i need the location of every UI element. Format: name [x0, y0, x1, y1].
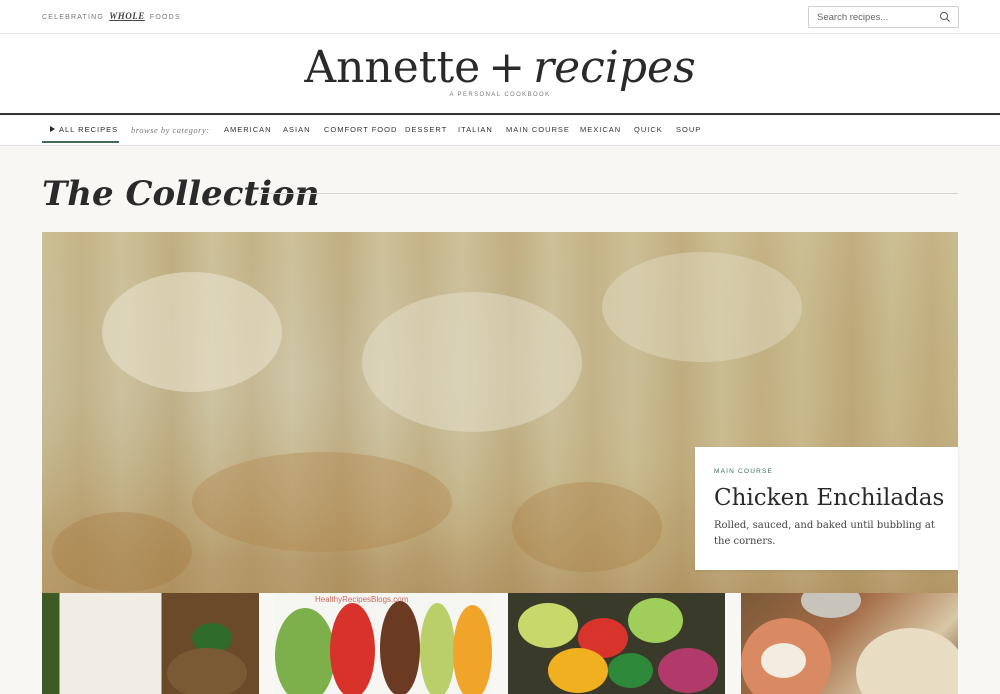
category-comfort-food[interactable]: COMFORT FOOD	[324, 125, 397, 134]
tagline-highlight: WHOLE	[109, 11, 145, 21]
browse-label: browse by category:	[131, 125, 210, 135]
hero-cheese-highlight	[102, 272, 282, 392]
category-dessert[interactable]: DESSERT	[405, 125, 447, 134]
site-subtitle: A PERSONAL COOKBOOK	[449, 92, 551, 98]
featured-recipe-card[interactable]: MAIN COURSE Chicken Enchiladas Rolled, s…	[695, 447, 958, 570]
hero-cheese-highlight	[362, 292, 582, 432]
hero-browned-edge	[52, 512, 192, 592]
category-italian[interactable]: ITALIAN	[458, 125, 493, 134]
red-onion	[658, 648, 718, 693]
all-recipes-label: ALL RECIPES	[59, 125, 119, 134]
recipe-thumbnail-bean-salad[interactable]	[508, 593, 725, 694]
tortilla-chip	[761, 643, 806, 678]
chicken-piece	[167, 648, 247, 694]
category-american[interactable]: AMERICAN	[224, 125, 272, 134]
cheese-dip	[856, 628, 958, 694]
search-icon[interactable]	[939, 11, 951, 23]
featured-recipe-category[interactable]: MAIN COURSE	[714, 468, 773, 475]
recipe-thumbnail-dip-bowls[interactable]	[741, 593, 958, 694]
hero-browned-edge	[512, 482, 662, 572]
featured-recipe-title[interactable]: Chicken Enchiladas	[714, 483, 944, 513]
lettuce	[275, 608, 335, 694]
category-main-course[interactable]: MAIN COURSE	[506, 125, 570, 134]
tagline-suffix: FOODS	[149, 14, 181, 21]
recipe-thumbnail-taco-salad[interactable]: HealthyRecipesBlogs.com	[275, 593, 492, 694]
corn	[518, 603, 578, 648]
cheddar-cheese	[453, 605, 492, 694]
top-bar: CELEBRATING WHOLE FOODS	[0, 0, 1000, 34]
hero-browned-edge	[192, 452, 452, 552]
category-mexican[interactable]: MEXICAN	[580, 125, 621, 134]
yellow-pepper	[548, 648, 608, 693]
category-quick[interactable]: QUICK	[634, 125, 663, 134]
search-box[interactable]	[808, 6, 959, 28]
small-bowl	[801, 593, 861, 618]
recipe-thumbnail-rice-chicken[interactable]	[42, 593, 259, 694]
category-nav: ALL RECIPES browse by category: AMERICAN…	[0, 116, 1000, 146]
collection-divider	[258, 193, 958, 194]
tomatoes	[330, 603, 375, 694]
avocado	[628, 598, 683, 643]
tagline: CELEBRATING WHOLE FOODS	[42, 11, 181, 21]
site-header: Annette + recipes A PERSONAL COOKBOOK	[0, 34, 1000, 115]
ground-beef	[380, 601, 420, 694]
hero-cheese-highlight	[602, 252, 802, 362]
logo-script: recipes	[533, 42, 696, 93]
tagline-prefix: CELEBRATING	[42, 14, 105, 21]
collection-title: The Collection	[42, 174, 320, 214]
site-logo[interactable]: Annette + recipes	[0, 44, 1000, 92]
logo-main: Annette	[304, 42, 481, 93]
cilantro	[608, 653, 653, 688]
category-soup[interactable]: SOUP	[676, 125, 701, 134]
featured-recipe-description: Rolled, sauced, and baked until bubbling…	[714, 520, 935, 547]
play-triangle-icon	[50, 126, 55, 132]
search-input[interactable]	[809, 7, 937, 27]
category-asian[interactable]: ASIAN	[283, 125, 311, 134]
all-recipes-tab[interactable]: ALL RECIPES	[42, 116, 119, 143]
guacamole	[420, 603, 455, 694]
logo-plus: +	[488, 42, 526, 93]
